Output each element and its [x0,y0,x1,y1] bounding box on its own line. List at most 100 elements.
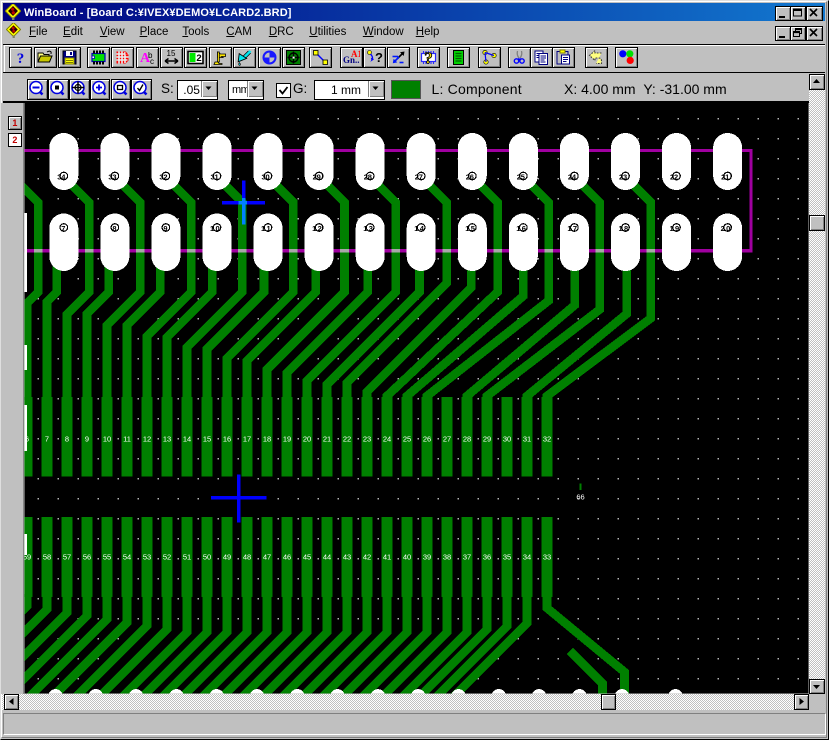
svg-text:7: 7 [45,435,49,444]
svg-text:0: 0 [726,224,730,233]
svg-text:3: 3 [369,224,373,233]
svg-text:34: 34 [523,553,531,562]
svg-text:24: 24 [383,435,391,444]
svg-text:3: 3 [623,173,627,182]
svg-text:2: 2 [466,173,470,182]
svg-text:48: 48 [243,553,251,562]
svg-text:6: 6 [25,435,29,444]
svg-text:1: 1 [619,224,623,233]
svg-text:21: 21 [323,435,331,444]
svg-text:33: 33 [543,553,551,562]
svg-text:9: 9 [317,173,321,182]
svg-text:46: 46 [283,553,291,562]
svg-text:8: 8 [65,435,69,444]
svg-text:1: 1 [516,224,520,233]
svg-text:2: 2 [313,173,317,182]
svg-text:58: 58 [43,553,51,562]
svg-text:8: 8 [368,173,372,182]
svg-text:9: 9 [85,435,89,444]
svg-text:2: 2 [674,173,678,182]
svg-text:54: 54 [123,553,131,562]
svg-text:26: 26 [423,435,431,444]
svg-text:31: 31 [523,435,531,444]
svg-text:3: 3 [112,173,116,182]
svg-text:5: 5 [471,224,475,233]
svg-text:1: 1 [210,224,214,233]
svg-text:2: 2 [721,224,725,233]
svg-text:2: 2 [721,173,725,182]
svg-text:22: 22 [343,435,351,444]
svg-text:12: 12 [143,435,151,444]
svg-text:9: 9 [163,224,167,233]
svg-text:11: 11 [123,435,131,444]
svg-text:38: 38 [443,553,451,562]
svg-text:1: 1 [414,224,418,233]
svg-text:1: 1 [267,224,271,233]
svg-text:0: 0 [266,173,270,182]
svg-text:57: 57 [63,553,71,562]
svg-text:47: 47 [263,553,271,562]
svg-text:37: 37 [463,553,471,562]
svg-text:8: 8 [624,224,628,233]
svg-text:0: 0 [216,224,220,233]
svg-text:23: 23 [363,435,371,444]
svg-text:39: 39 [423,553,431,562]
svg-text:3: 3 [159,173,163,182]
svg-text:6: 6 [470,173,474,182]
svg-text:1: 1 [670,224,674,233]
svg-text:2: 2 [670,173,674,182]
svg-text:1: 1 [312,224,316,233]
svg-text:43: 43 [343,553,351,562]
svg-text:55: 55 [103,553,111,562]
svg-text:7: 7 [573,224,577,233]
svg-text:66: 66 [576,493,584,502]
svg-text:49: 49 [223,553,231,562]
svg-text:2: 2 [415,173,419,182]
svg-text:52: 52 [163,553,171,562]
svg-text:36: 36 [483,553,491,562]
svg-text:2: 2 [163,173,167,182]
svg-text:7: 7 [61,224,65,233]
svg-text:18: 18 [263,435,271,444]
svg-text:14: 14 [183,435,191,444]
svg-text:42: 42 [363,553,371,562]
svg-text:59: 59 [23,553,31,562]
svg-text:2: 2 [619,173,623,182]
svg-text:5: 5 [521,173,525,182]
svg-text:20: 20 [303,435,311,444]
svg-text:45: 45 [303,553,311,562]
svg-text:53: 53 [143,553,151,562]
svg-text:30: 30 [503,435,511,444]
svg-text:29: 29 [483,435,491,444]
svg-text:25: 25 [403,435,411,444]
svg-text:2: 2 [568,173,572,182]
svg-text:15: 15 [203,435,211,444]
svg-text:50: 50 [203,553,211,562]
svg-text:56: 56 [83,553,91,562]
svg-text:7: 7 [419,173,423,182]
svg-text:28: 28 [463,435,471,444]
svg-text:27: 27 [443,435,451,444]
svg-text:1: 1 [261,224,265,233]
svg-text:44: 44 [323,553,331,562]
svg-text:19: 19 [283,435,291,444]
svg-text:3: 3 [211,173,215,182]
svg-text:1: 1 [465,224,469,233]
svg-text:41: 41 [383,553,391,562]
svg-text:1: 1 [725,173,729,182]
svg-text:10: 10 [103,435,111,444]
svg-text:51: 51 [183,553,191,562]
svg-text:35: 35 [503,553,511,562]
svg-text:2: 2 [318,224,322,233]
svg-text:3: 3 [108,173,112,182]
svg-text:2: 2 [517,173,521,182]
svg-text:3: 3 [262,173,266,182]
svg-text:16: 16 [223,435,231,444]
svg-text:3: 3 [57,173,61,182]
svg-text:32: 32 [543,435,551,444]
svg-text:13: 13 [163,435,171,444]
svg-text:1: 1 [215,173,219,182]
svg-text:1: 1 [567,224,571,233]
svg-text:17: 17 [243,435,251,444]
svg-text:8: 8 [112,224,116,233]
